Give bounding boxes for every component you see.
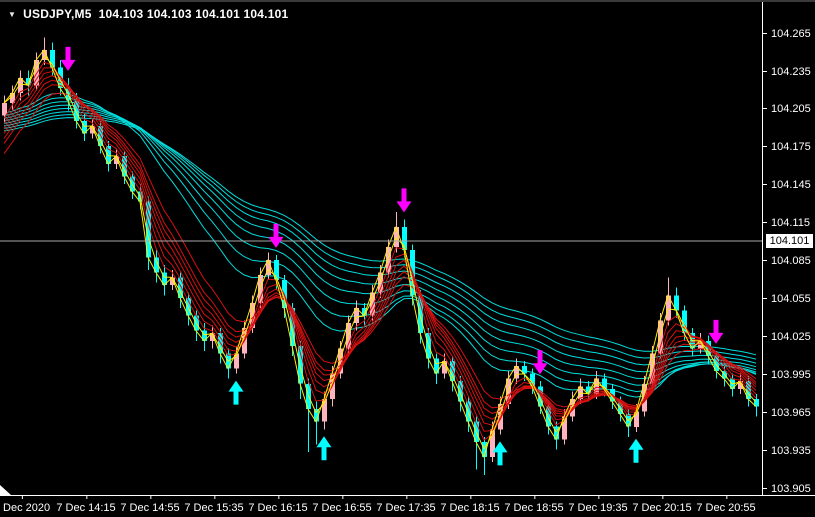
chart-header: ▼ USDJPY,M5 104.103 104.103 104.101 104.… bbox=[8, 7, 288, 21]
price-axis-label: 104.085 bbox=[763, 255, 815, 267]
time-axis-label: 7 Dec 20:55 bbox=[696, 496, 756, 514]
ohlc-quote-readout: 104.103 104.103 104.101 104.101 bbox=[98, 7, 289, 21]
price-axis-label: 104.265 bbox=[763, 28, 815, 40]
candlestick-plot-area[interactable] bbox=[0, 2, 762, 495]
time-axis-label: 7 Dec 2020 bbox=[0, 496, 50, 514]
price-axis-label: 104.025 bbox=[763, 331, 815, 343]
time-axis-label: 7 Dec 16:15 bbox=[248, 496, 308, 514]
price-axis-label: 103.965 bbox=[763, 407, 815, 419]
price-axis-label: 104.115 bbox=[763, 217, 815, 229]
time-axis-label: 7 Dec 18:55 bbox=[504, 496, 564, 514]
time-axis-label: 7 Dec 14:15 bbox=[56, 496, 116, 514]
time-axis-label: 7 Dec 17:35 bbox=[376, 496, 436, 514]
symbol-period-label: USDJPY,M5 bbox=[23, 7, 92, 21]
time-axis-label: 7 Dec 15:35 bbox=[184, 496, 244, 514]
price-axis-label: 104.205 bbox=[763, 103, 815, 115]
triangle-down-icon: ▼ bbox=[8, 9, 17, 19]
price-axis[interactable]: 104.265 104.235 104.205 104.175 104.145 104.1… bbox=[762, 2, 815, 495]
sell-signal-arrow-down bbox=[268, 223, 284, 248]
candle-up bbox=[2, 103, 7, 116]
price-axis-label: 103.905 bbox=[763, 483, 815, 495]
time-axis-label: 7 Dec 19:35 bbox=[568, 496, 628, 514]
buy-signal-arrow-up bbox=[228, 380, 244, 405]
price-axis-label: 104.145 bbox=[763, 179, 815, 191]
price-axis-label: 104.055 bbox=[763, 293, 815, 305]
time-axis[interactable]: 7 Dec 2020 7 Dec 14:157 Dec 14:557 Dec 15… bbox=[0, 495, 815, 517]
sell-signal-arrow-down bbox=[396, 188, 412, 213]
price-axis-label: 104.175 bbox=[763, 141, 815, 153]
sell-signal-arrow-down bbox=[708, 319, 724, 344]
current-price-flag: 104.101 bbox=[766, 234, 813, 248]
sell-signal-arrow-down bbox=[60, 46, 76, 71]
time-axis-label: 7 Dec 14:55 bbox=[120, 496, 180, 514]
price-axis-label: 103.995 bbox=[763, 369, 815, 381]
chart-window: ▼ USDJPY,M5 104.103 104.103 104.101 104.… bbox=[0, 0, 815, 517]
signal-zigzag-lines bbox=[3, 49, 757, 459]
candles-layer bbox=[2, 37, 759, 475]
buy-signal-arrow-up bbox=[316, 436, 332, 461]
price-axis-label: 104.235 bbox=[763, 66, 815, 78]
price-axis-label: 103.935 bbox=[763, 445, 815, 457]
buy-signal-arrow-up bbox=[628, 438, 644, 463]
time-axis-label: 7 Dec 18:15 bbox=[440, 496, 500, 514]
slow-ema-ribbon bbox=[3, 92, 757, 398]
time-axis-label: 7 Dec 20:15 bbox=[632, 496, 692, 514]
time-axis-label: 7 Dec 16:55 bbox=[312, 496, 372, 514]
